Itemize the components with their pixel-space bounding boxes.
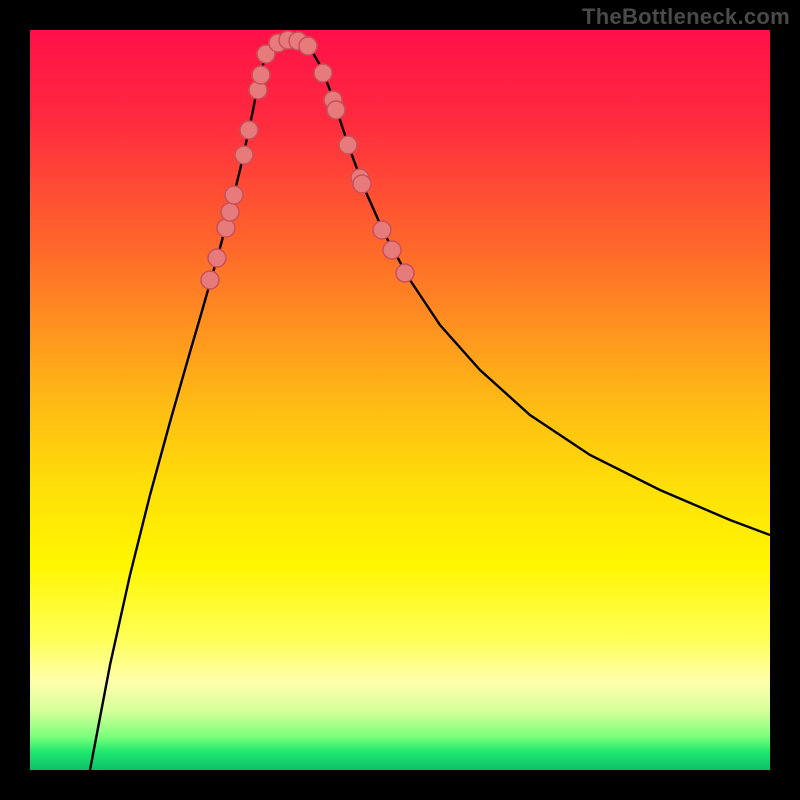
chart-frame: TheBottleneck.com: [0, 0, 800, 800]
marker-point: [221, 203, 239, 221]
marker-point: [353, 175, 371, 193]
marker-point: [225, 186, 243, 204]
marker-point: [383, 241, 401, 259]
curve-layer: [30, 30, 770, 770]
marker-point: [327, 101, 345, 119]
marker-point: [240, 121, 258, 139]
bottleneck-curve: [90, 40, 770, 770]
marker-point: [314, 64, 332, 82]
marker-point: [201, 271, 219, 289]
marker-point: [396, 264, 414, 282]
marker-point: [339, 136, 357, 154]
marker-group: [201, 31, 414, 289]
marker-point: [208, 249, 226, 267]
watermark-label: TheBottleneck.com: [582, 4, 790, 30]
marker-point: [252, 66, 270, 84]
marker-point: [217, 219, 235, 237]
marker-point: [235, 146, 253, 164]
marker-point: [373, 221, 391, 239]
marker-point: [299, 37, 317, 55]
plot-area: [30, 30, 770, 770]
